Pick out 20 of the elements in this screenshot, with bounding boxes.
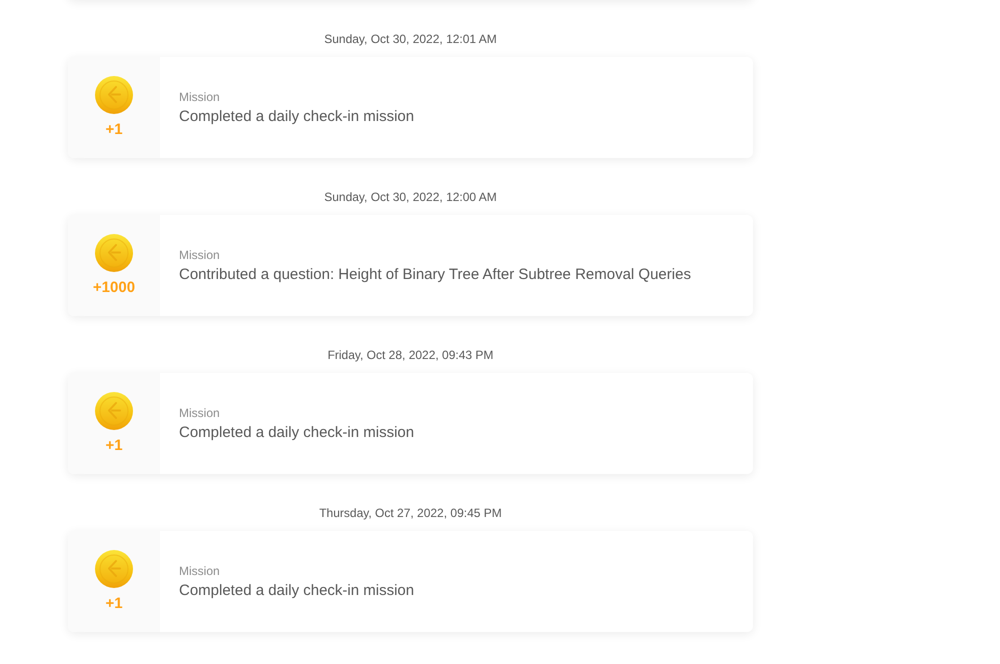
entry-description: Completed a daily check-in mission	[179, 580, 416, 600]
coin-icon	[95, 76, 133, 114]
coin-icon	[95, 392, 133, 430]
entry-date: Friday, Oct 28, 2022, 09:43 PM	[328, 347, 494, 364]
entry-date: Sunday, Oct 30, 2022, 12:01 AM	[324, 31, 497, 48]
reward-amount: +1	[105, 594, 123, 614]
entry-date: Sunday, Oct 30, 2022, 12:00 AM	[324, 189, 497, 206]
entry-description: Completed a daily check-in mission	[179, 106, 416, 126]
entry-description: Completed a daily check-in mission	[179, 422, 416, 442]
reward-amount: +1	[105, 436, 123, 456]
entry-category: Mission	[179, 246, 221, 264]
coin-icon	[95, 234, 133, 272]
entry-date: Thursday, Oct 27, 2022, 09:45 PM	[319, 505, 502, 522]
reward-amount: +1000	[92, 278, 136, 298]
entry-category: Mission	[179, 562, 221, 580]
entry-category: Mission	[179, 88, 221, 106]
entry-category: Mission	[179, 404, 221, 422]
entry-description: Contributed a question: Height of Binary Tree After Subtree Removal Queries	[179, 264, 692, 284]
reward-amount: +1	[105, 120, 123, 140]
coin-icon	[95, 550, 133, 588]
